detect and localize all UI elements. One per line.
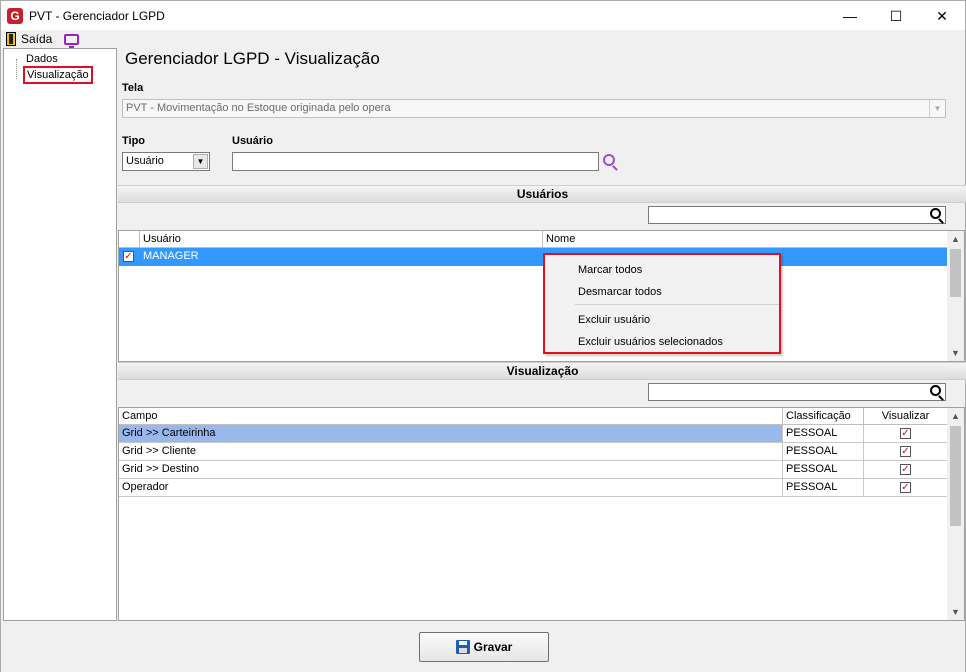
tree-item-visualizacao[interactable]: Visualização (23, 66, 93, 84)
cell-campo: Grid >> Carteirinha (119, 425, 783, 443)
save-button[interactable]: Gravar (419, 632, 549, 662)
minimize-button[interactable]: — (827, 1, 873, 31)
cell-classificacao: PESSOAL (783, 443, 864, 461)
title-bar: G PVT - Gerenciador LGPD — ☐ ✕ (1, 1, 965, 31)
scroll-thumb[interactable] (950, 426, 961, 526)
menu-item-excluir-usuario[interactable]: Excluir usuário (578, 314, 650, 326)
close-button[interactable]: ✕ (919, 1, 965, 31)
menu-item-marcar-todos[interactable]: Marcar todos (578, 264, 642, 276)
table-row[interactable]: Grid >> Carteirinha PESSOAL ✓ (119, 425, 948, 443)
floppy-disk-icon (455, 640, 470, 654)
search-user-icon[interactable] (603, 154, 615, 166)
app-logo-icon: G (7, 8, 23, 24)
usuario-label: Usuário (232, 135, 273, 147)
visualizacao-grid: Campo Classificação Visualizar Grid >> C… (118, 407, 965, 621)
navigation-tree: Dados Visualização (3, 48, 117, 621)
chevron-down-icon: ▼ (929, 100, 945, 117)
tipo-select[interactable]: Usuário ▼ (122, 152, 210, 171)
usuarios-scrollbar[interactable]: ▲ ▼ (947, 231, 964, 361)
tipo-select-value: Usuário (126, 155, 164, 167)
save-button-label: Gravar (473, 640, 513, 654)
search-icon[interactable] (930, 208, 941, 219)
cell-campo: Grid >> Destino (119, 461, 783, 479)
table-row[interactable]: Operador PESSOAL ✓ (119, 479, 948, 497)
menu-item-desmarcar-todos[interactable]: Desmarcar todos (578, 286, 662, 298)
menu-item-excluir-selecionados[interactable]: Excluir usuários selecionados (578, 336, 723, 348)
page-title: Gerenciador LGPD - Visualização (125, 49, 380, 68)
search-icon[interactable] (930, 385, 941, 396)
cell-usuario: MANAGER (140, 248, 543, 266)
tree-item-dados[interactable]: Dados (26, 53, 58, 65)
usuarios-filter-input[interactable] (648, 206, 946, 224)
scroll-down-icon[interactable]: ▼ (947, 345, 964, 361)
visualizar-checkbox[interactable]: ✓ (900, 446, 911, 457)
tipo-label: Tipo (122, 135, 146, 147)
chevron-down-icon[interactable]: ▼ (193, 154, 208, 169)
table-row[interactable]: Grid >> Destino PESSOAL ✓ (119, 461, 948, 479)
visualizar-checkbox[interactable]: ✓ (900, 428, 911, 439)
usuarios-section-header: Usuários (118, 185, 966, 203)
cell-campo: Operador (119, 479, 783, 497)
visualizacao-scrollbar[interactable]: ▲ ▼ (947, 408, 964, 620)
table-row[interactable]: Grid >> Cliente PESSOAL ✓ (119, 443, 948, 461)
column-header-usuario[interactable]: Usuário (140, 231, 543, 248)
usuarios-grid: Usuário Nome ✓ MANAGER ▲ ▼ (118, 230, 965, 362)
scroll-up-icon[interactable]: ▲ (947, 231, 964, 247)
window-title: PVT - Gerenciador LGPD (29, 9, 165, 23)
exit-door-icon[interactable] (6, 32, 16, 46)
toolbar: Saída (1, 30, 965, 48)
tela-select-value: PVT - Movimentação no Estoque originada … (126, 102, 391, 114)
cell-classificacao: PESSOAL (783, 479, 864, 497)
row-checkbox[interactable]: ✓ (123, 251, 134, 262)
cell-classificacao: PESSOAL (783, 461, 864, 479)
cell-classificacao: PESSOAL (783, 425, 864, 443)
scroll-down-icon[interactable]: ▼ (947, 604, 964, 620)
scroll-up-icon[interactable]: ▲ (947, 408, 964, 424)
column-header-campo[interactable]: Campo (119, 408, 783, 425)
tela-label: Tela (122, 82, 144, 94)
exit-button[interactable]: Saída (21, 32, 52, 46)
select-column-header (119, 231, 140, 248)
visualizar-checkbox[interactable]: ✓ (900, 464, 911, 475)
cell-campo: Grid >> Cliente (119, 443, 783, 461)
column-header-classificacao[interactable]: Classificação (783, 408, 864, 425)
visualizacao-section-header: Visualização (118, 362, 966, 380)
app-window: G PVT - Gerenciador LGPD — ☐ ✕ Saída Dad… (0, 0, 966, 672)
tela-select: PVT - Movimentação no Estoque originada … (122, 99, 946, 118)
table-row[interactable]: ✓ MANAGER (119, 248, 948, 266)
maximize-button[interactable]: ☐ (873, 1, 919, 31)
visualizar-checkbox[interactable]: ✓ (900, 482, 911, 493)
column-header-nome[interactable]: Nome (543, 231, 948, 248)
scroll-thumb[interactable] (950, 249, 961, 297)
menu-separator (575, 304, 779, 305)
visualizacao-filter-input[interactable] (648, 383, 946, 401)
context-menu: Marcar todos Desmarcar todos Excluir usu… (543, 253, 781, 354)
usuario-input[interactable] (232, 152, 599, 171)
monitor-icon[interactable] (64, 33, 80, 48)
column-header-visualizar[interactable]: Visualizar (864, 408, 948, 425)
tree-connector (16, 59, 17, 79)
